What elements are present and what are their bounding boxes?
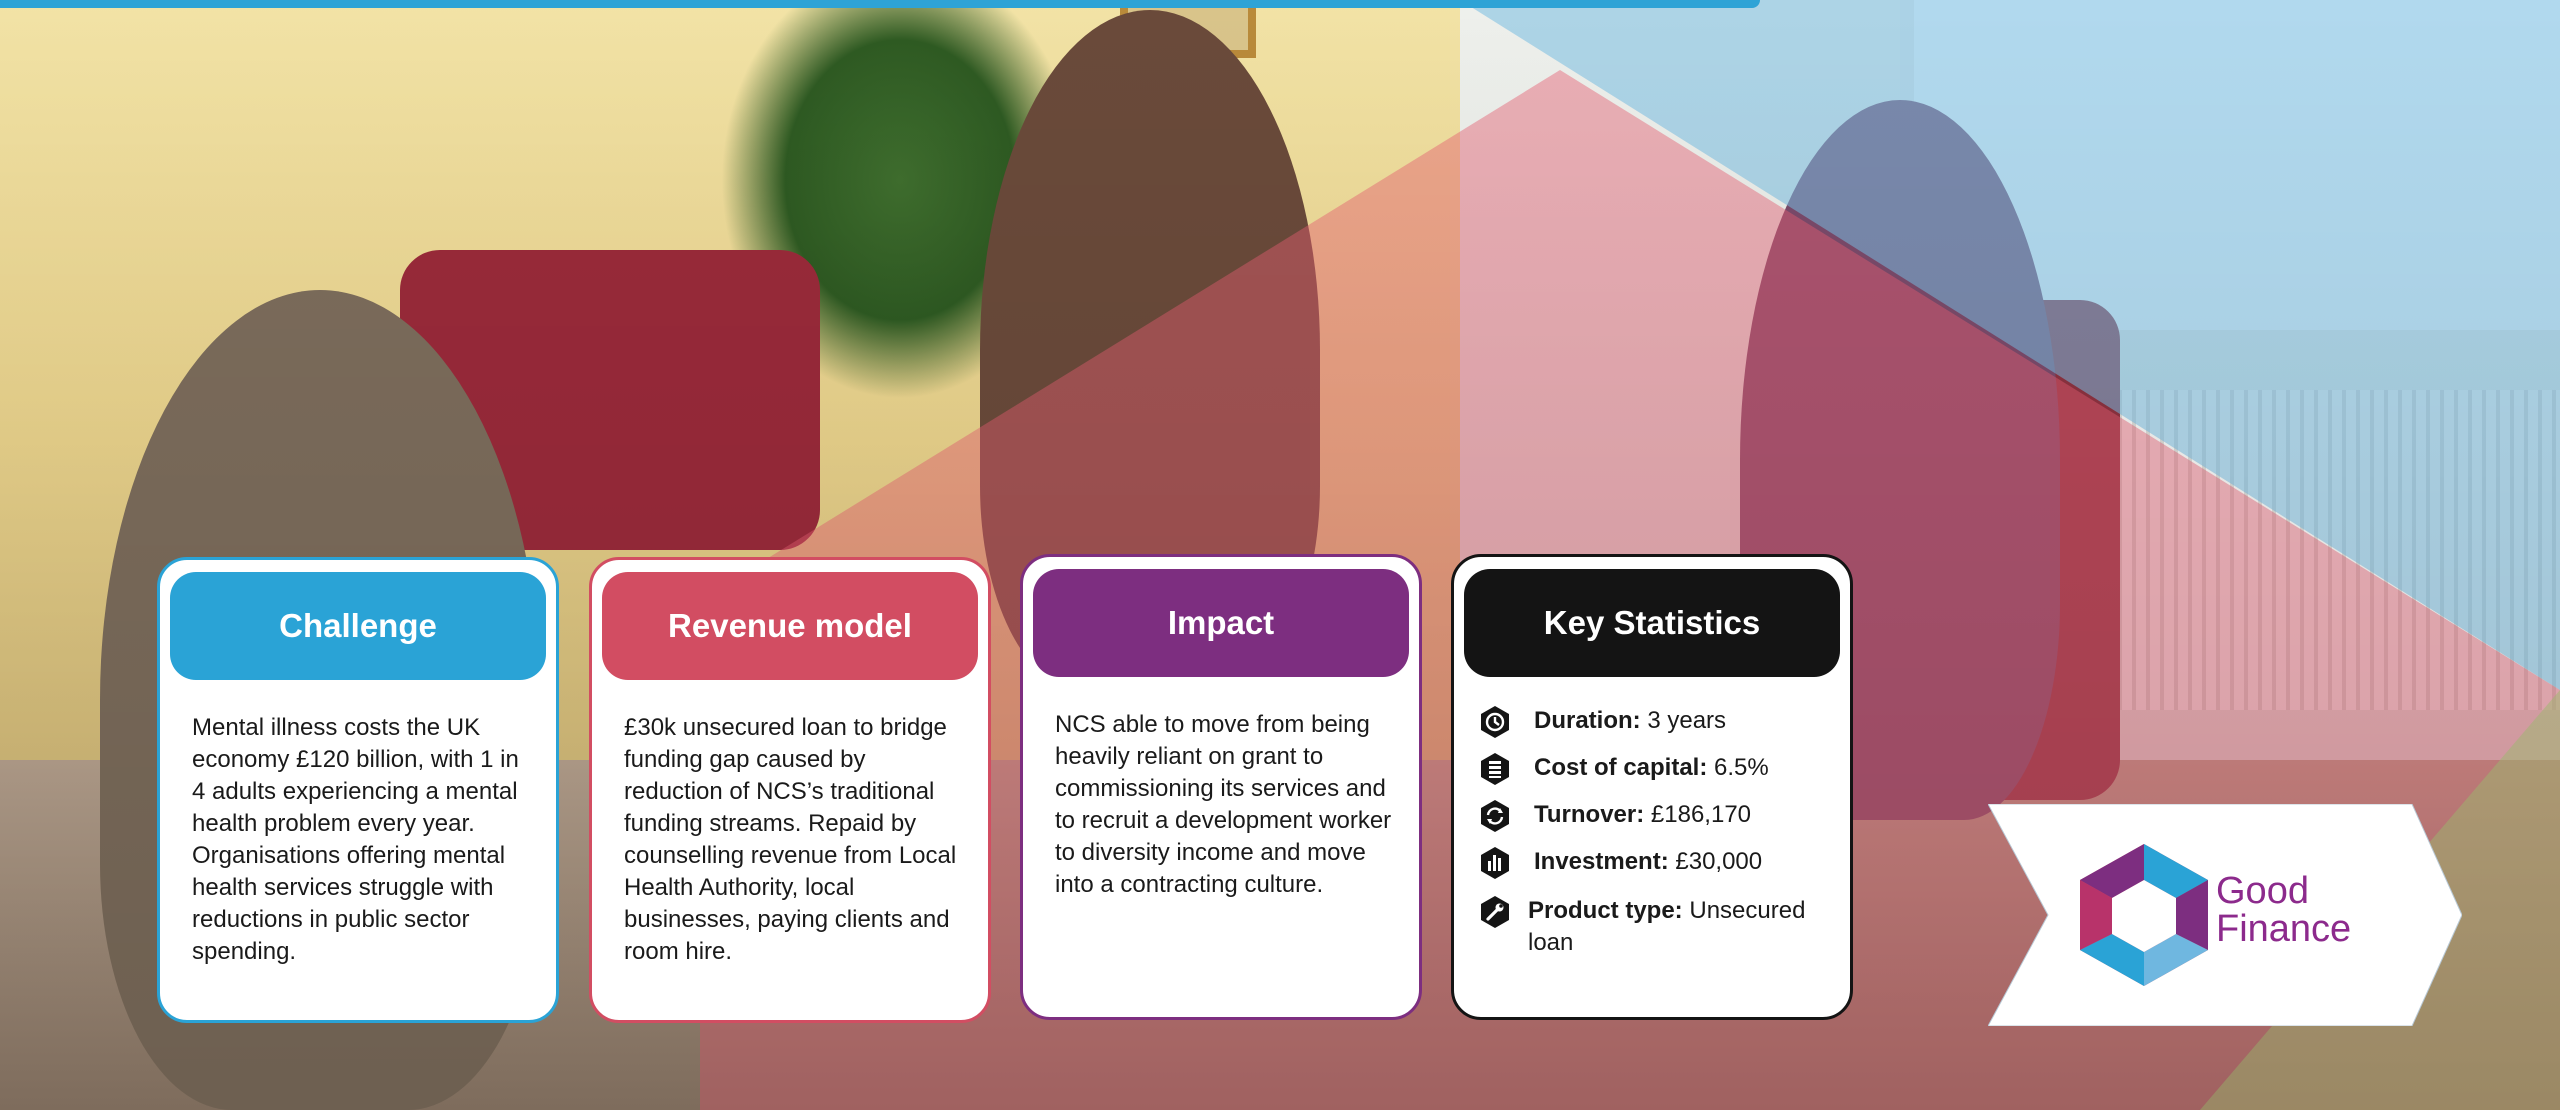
impact-card: Impact NCS able to move from being heavi… xyxy=(1020,554,1422,1020)
challenge-title: Challenge xyxy=(170,572,546,680)
stat-label: Product type: xyxy=(1528,897,1683,924)
bar-chart-icon xyxy=(1478,846,1512,880)
logo-wordmark: Good Finance xyxy=(2216,872,2351,948)
stat-duration: Duration: 3 years xyxy=(1478,705,1834,739)
refresh-icon xyxy=(1478,799,1512,833)
coin-stack-icon xyxy=(1478,752,1512,786)
key-statistics-title: Key Statistics xyxy=(1464,569,1840,677)
stat-label: Investment: xyxy=(1534,848,1669,875)
stat-label: Turnover: xyxy=(1534,801,1645,828)
wrench-icon xyxy=(1478,895,1512,929)
impact-text: NCS able to move from being heavily reli… xyxy=(1055,711,1392,898)
stat-value: 6.5% xyxy=(1714,754,1769,781)
stat-label: Cost of capital: xyxy=(1534,754,1708,781)
top-accent-bar xyxy=(0,0,1760,8)
stat-value: £30,000 xyxy=(1675,848,1763,875)
stat-value: 3 years xyxy=(1647,707,1727,734)
stat-investment: Investment: £30,000 xyxy=(1478,846,1834,880)
revenue-model-text: £30k unsecured loan to bridge funding ga… xyxy=(624,714,957,965)
stat-value: £186,170 xyxy=(1650,801,1752,828)
challenge-text: Mental illness costs the UK economy £120… xyxy=(192,714,519,965)
impact-title: Impact xyxy=(1033,569,1409,677)
stat-turnover: Turnover: £186,170 xyxy=(1478,799,1834,833)
stat-product-type: Product type: Unsecured loan xyxy=(1478,895,1828,959)
revenue-model-title: Revenue model xyxy=(602,572,978,680)
clock-icon xyxy=(1478,705,1512,739)
revenue-model-card: Revenue model £30k unsecured loan to bri… xyxy=(589,557,991,1023)
logo-text-good: Good xyxy=(2216,870,2309,912)
stat-cost-of-capital: Cost of capital: 6.5% xyxy=(1478,752,1834,786)
hexagon-logo-icon xyxy=(2080,844,2208,986)
stat-label: Duration: xyxy=(1534,707,1641,734)
good-finance-logo: Good Finance xyxy=(1988,804,2462,1026)
challenge-card: Challenge Mental illness costs the UK ec… xyxy=(157,557,559,1023)
key-statistics-card: Key Statistics Duration: 3 years Cost of… xyxy=(1451,554,1853,1020)
logo-text-finance: Finance xyxy=(2216,908,2352,950)
